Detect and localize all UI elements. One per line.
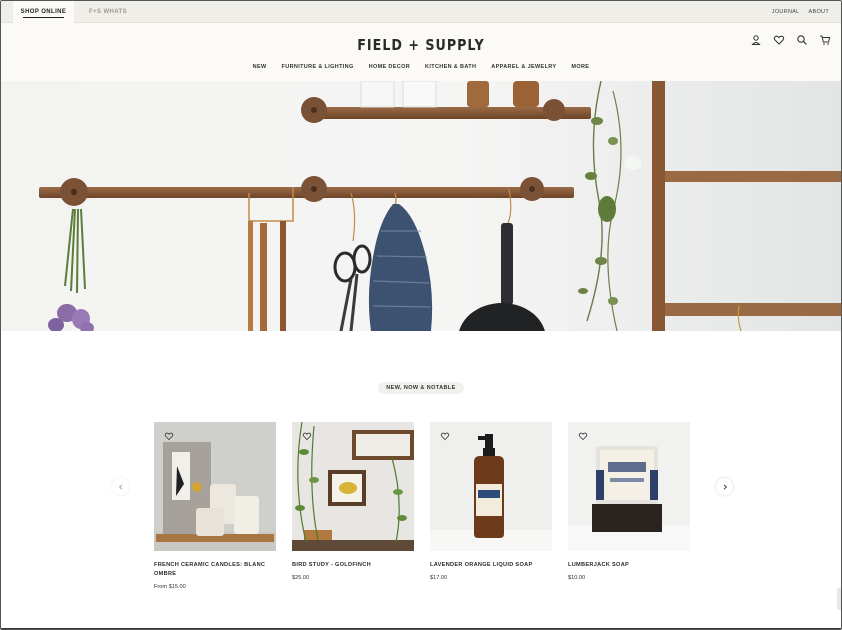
section-label: NEW, NOW & NOTABLE (378, 382, 464, 394)
product-name[interactable]: LAVENDER ORANGE LIQUID SOAP (430, 561, 552, 570)
about-link[interactable]: ABOUT (809, 9, 829, 15)
cart-icon[interactable] (819, 34, 831, 46)
wishlist-heart-icon[interactable] (302, 431, 312, 441)
product-price: $10.00 (568, 575, 586, 581)
search-icon[interactable] (796, 34, 808, 46)
nav-item-furniture-lighting[interactable]: FURNITURE & LIGHTING (282, 64, 354, 70)
product-image[interactable] (292, 422, 414, 551)
utility-bar: SHOP ONLINE F+S WHATS JOURNAL ABOUT (1, 1, 841, 23)
scrollbar-thumb[interactable] (837, 588, 841, 610)
header-icons (750, 34, 831, 46)
carousel-next-button[interactable] (716, 478, 733, 495)
product-image[interactable] (430, 422, 552, 551)
utility-links: JOURNAL ABOUT (772, 1, 829, 23)
journal-link[interactable]: JOURNAL (772, 9, 800, 15)
product-image[interactable] (154, 422, 276, 551)
tab-fs-whats[interactable]: F+S WHATS (83, 1, 133, 23)
carousel-prev-button[interactable] (112, 478, 129, 495)
chevron-left-icon (118, 483, 122, 490)
section-label-wrap: NEW, NOW & NOTABLE (1, 382, 841, 394)
product-card[interactable]: LAVENDER ORANGE LIQUID SOAP $17.00 (430, 422, 552, 581)
wishlist-heart-icon[interactable] (164, 431, 174, 441)
product-image[interactable] (568, 422, 690, 551)
nav-item-kitchen-bath[interactable]: KITCHEN & BATH (425, 64, 476, 70)
main-nav: NEW FURNITURE & LIGHTING HOME DECOR KITC… (1, 64, 841, 70)
nav-item-home-decor[interactable]: HOME DECOR (369, 64, 410, 70)
browser-frame: SHOP ONLINE F+S WHATS JOURNAL ABOUT FIEL… (0, 0, 842, 630)
product-card[interactable]: LUMBERJACK SOAP $10.00 (568, 422, 690, 581)
wishlist-heart-icon[interactable] (440, 431, 450, 441)
tab-shop-online[interactable]: SHOP ONLINE (13, 1, 74, 23)
hero-image[interactable] (1, 81, 841, 331)
wishlist-heart-icon[interactable] (578, 431, 588, 441)
product-name[interactable]: FRENCH CERAMIC CANDLES: BLANC OMBRE (154, 561, 276, 579)
nav-item-new[interactable]: NEW (253, 64, 267, 70)
product-price: From $15.00 (154, 584, 186, 590)
nav-item-apparel-jewelry[interactable]: APPAREL & JEWELRY (491, 64, 556, 70)
product-card[interactable]: FRENCH CERAMIC CANDLES: BLANC OMBRE From… (154, 422, 276, 590)
product-price: $25.00 (292, 575, 310, 581)
site-header: FIELD + SUPPLY NEW FURNITURE & LIGHTING … (1, 23, 841, 81)
product-price: $17.00 (430, 575, 448, 581)
chevron-right-icon (723, 483, 727, 490)
product-card[interactable]: BIRD STUDY - GOLDFINCH $25.00 (292, 422, 414, 581)
nav-item-more[interactable]: MORE (571, 64, 589, 70)
account-icon[interactable] (750, 34, 762, 46)
product-name[interactable]: LUMBERJACK SOAP (568, 561, 690, 570)
wishlist-heart-icon[interactable] (773, 34, 785, 46)
product-name[interactable]: BIRD STUDY - GOLDFINCH (292, 561, 414, 570)
site-logo[interactable]: FIELD + SUPPLY (77, 36, 766, 54)
